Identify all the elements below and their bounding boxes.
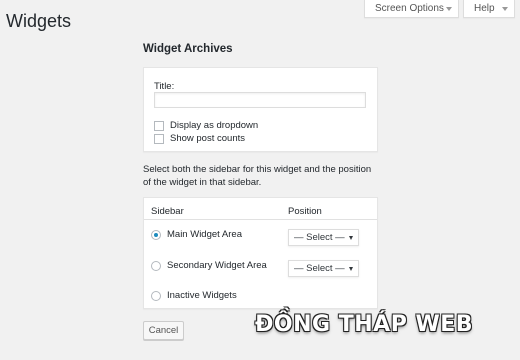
dropdown-arrow-icon bbox=[349, 267, 353, 271]
widget-heading: Widget Archives bbox=[143, 43, 233, 55]
sidebar-column-header: Sidebar bbox=[151, 206, 184, 217]
secondary-position-value: — Select — bbox=[294, 263, 345, 274]
secondary-position-select[interactable]: — Select — bbox=[288, 260, 359, 277]
watermark-text: ĐỒNG THÁP WEB bbox=[255, 312, 474, 337]
inactive-widgets-label: Inactive Widgets bbox=[167, 290, 237, 301]
main-position-select[interactable]: — Select — bbox=[288, 229, 359, 246]
screen-options-button[interactable]: Screen Options bbox=[364, 0, 459, 18]
show-post-counts-checkbox[interactable] bbox=[154, 134, 164, 144]
title-label: Title: bbox=[154, 81, 175, 92]
main-widget-area-label: Main Widget Area bbox=[167, 229, 242, 240]
show-post-counts-label: Show post counts bbox=[170, 133, 245, 144]
help-label: Help bbox=[474, 3, 495, 14]
screen-options-label: Screen Options bbox=[375, 3, 444, 14]
main-widget-area-radio[interactable] bbox=[151, 230, 161, 240]
secondary-widget-area-label: Secondary Widget Area bbox=[167, 260, 267, 271]
caret-down-icon bbox=[446, 7, 452, 11]
page-title: Widgets bbox=[6, 11, 72, 31]
sidebar-instructions: Select both the sidebar for this widget … bbox=[143, 164, 372, 188]
inactive-widgets-radio[interactable] bbox=[151, 291, 161, 301]
secondary-widget-area-radio[interactable] bbox=[151, 261, 161, 271]
display-dropdown-label: Display as dropdown bbox=[170, 120, 259, 131]
title-input[interactable] bbox=[154, 92, 366, 108]
caret-down-icon bbox=[502, 7, 508, 11]
sidebar-position-table: Sidebar Position Main Widget Area — Sele… bbox=[143, 197, 378, 309]
help-button[interactable]: Help bbox=[463, 0, 515, 18]
main-position-value: — Select — bbox=[294, 232, 345, 243]
position-column-header: Position bbox=[288, 206, 322, 217]
cancel-button[interactable]: Cancel bbox=[143, 321, 184, 340]
widget-settings-card: Title: Display as dropdown Show post cou… bbox=[143, 67, 378, 152]
table-header-divider bbox=[144, 219, 377, 220]
display-dropdown-checkbox[interactable] bbox=[154, 121, 164, 131]
dropdown-arrow-icon bbox=[349, 236, 353, 240]
